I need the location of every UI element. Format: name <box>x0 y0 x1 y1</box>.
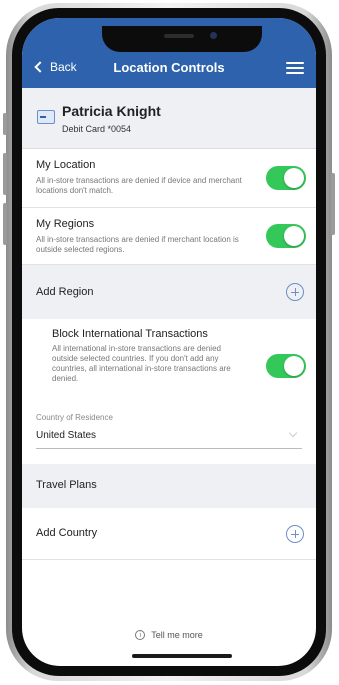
home-indicator[interactable] <box>132 654 232 658</box>
chevron-down-icon[interactable] <box>288 428 298 438</box>
field-underline <box>36 448 302 449</box>
block-international-row: Block International Transactions All int… <box>22 320 316 400</box>
hamburger-menu-icon[interactable] <box>286 62 304 74</box>
power-button <box>331 173 335 235</box>
travel-plans-section: Travel Plans <box>22 464 316 508</box>
block-international-title: Block International Transactions <box>52 328 208 340</box>
speaker <box>164 34 194 38</box>
block-international-description: All international in-store transactions … <box>52 344 231 383</box>
my-location-description: All in-store transactions are denied if … <box>36 176 242 195</box>
add-region-plus-icon[interactable] <box>286 283 304 301</box>
add-region-label: Add Region <box>36 286 94 298</box>
my-location-toggle[interactable] <box>266 166 306 190</box>
card-header: Patricia Knight Debit Card *0054 <box>22 88 316 149</box>
page-title: Location Controls <box>113 60 225 75</box>
add-country-label: Add Country <box>36 527 98 539</box>
info-icon: i <box>135 630 146 640</box>
phone-screen: Back Location Controls Patricia Knight D… <box>22 18 316 666</box>
front-camera <box>210 32 217 39</box>
phone-bezel: Back Location Controls Patricia Knight D… <box>12 8 326 676</box>
volume-up-button <box>3 153 7 195</box>
country-of-residence-label: Country of Residence <box>36 413 113 422</box>
block-international-toggle[interactable] <box>266 354 306 378</box>
card-number: Debit Card *0054 <box>62 124 132 134</box>
add-country-plus-icon[interactable] <box>286 525 304 543</box>
mute-switch <box>3 113 7 135</box>
cardholder-name: Patricia Knight <box>62 103 161 119</box>
add-region-row[interactable]: Add Region <box>22 265 316 319</box>
my-location-row: My Location All in-store transactions ar… <box>22 149 316 208</box>
volume-down-button <box>3 203 7 245</box>
toggle-knob <box>284 168 304 188</box>
my-regions-description: All in-store transactions are denied if … <box>36 235 239 254</box>
country-of-residence-select[interactable]: United States <box>36 430 96 441</box>
tell-me-more-label: Tell me more <box>151 630 203 640</box>
toggle-knob <box>284 356 304 376</box>
my-regions-toggle[interactable] <box>266 224 306 248</box>
tell-me-more-link[interactable]: i Tell me more <box>22 630 316 640</box>
my-regions-title: My Regions <box>36 218 95 230</box>
phone-frame: Back Location Controls Patricia Knight D… <box>3 3 335 681</box>
add-country-row[interactable]: Add Country <box>22 509 316 560</box>
toggle-knob <box>284 226 304 246</box>
debit-card-icon <box>37 110 55 124</box>
my-location-title: My Location <box>36 159 96 171</box>
my-regions-row: My Regions All in-store transactions are… <box>22 208 316 265</box>
notch <box>102 26 262 52</box>
travel-plans-label: Travel Plans <box>36 479 97 491</box>
